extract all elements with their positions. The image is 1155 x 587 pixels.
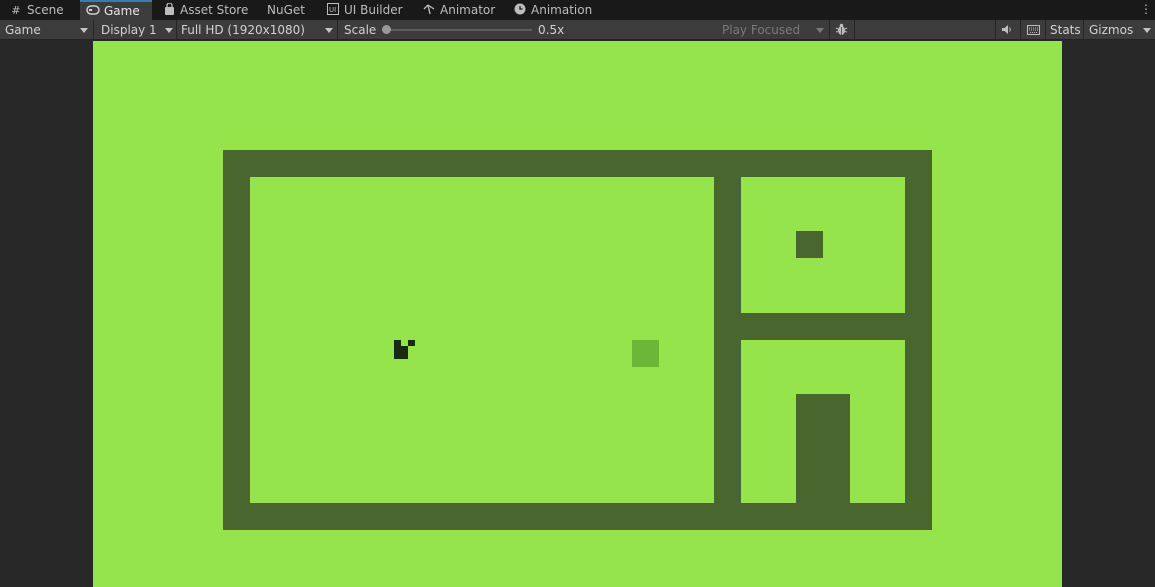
ui-builder-icon: UI: [326, 3, 340, 17]
scale-value: 0.5x: [538, 22, 565, 37]
game-view-toolbar: Game Display 1 Full HD (1920x1080) Scale…: [0, 20, 1155, 40]
tab-label: Animation: [531, 3, 593, 17]
tab-game[interactable]: Game: [80, 0, 152, 20]
chevron-down-icon: [80, 28, 88, 33]
tab-scene[interactable]: # Scene: [9, 0, 64, 20]
keyboard-icon[interactable]: [1023, 20, 1043, 39]
chevron-down-icon: [816, 28, 824, 33]
animator-icon: [422, 3, 436, 17]
resolution-label: Full HD (1920x1080): [181, 22, 305, 37]
divider: [337, 20, 338, 39]
door-block: [796, 394, 850, 503]
gamepad-icon: [86, 5, 100, 17]
divider: [1045, 20, 1046, 39]
resolution-dropdown[interactable]: Full HD (1920x1080): [181, 20, 333, 39]
view-mode-label: Game: [5, 22, 41, 37]
clock-icon: [513, 3, 527, 17]
divider: [854, 20, 855, 39]
game-viewport[interactable]: [93, 41, 1062, 587]
wall-top: [223, 150, 932, 177]
tab-label: Game: [104, 4, 140, 18]
editor-tab-bar: # Scene Game Asset Store NuGet UI UI Bui…: [0, 0, 1155, 20]
wall-divider-vertical: [714, 150, 741, 530]
tab-label: NuGet: [267, 3, 305, 17]
tab-label: Scene: [27, 3, 64, 17]
tab-nuget[interactable]: NuGet: [267, 0, 305, 20]
display-label: Display 1: [101, 22, 157, 37]
scale-slider-track[interactable]: [384, 29, 532, 31]
gizmos-label: Gizmos: [1089, 22, 1134, 37]
wall-divider-horizontal: [714, 313, 932, 340]
shopping-bag-icon: [162, 2, 176, 17]
scale-label: Scale: [344, 22, 377, 37]
gizmos-dropdown[interactable]: Gizmos: [1089, 20, 1151, 39]
player-sprite: [394, 340, 415, 360]
wall-bottom: [223, 503, 932, 530]
divider: [995, 20, 996, 39]
more-options-icon[interactable]: ⋮: [1140, 2, 1152, 16]
divider: [176, 20, 177, 39]
grid-icon: #: [11, 3, 21, 17]
svg-text:UI: UI: [329, 6, 336, 14]
divider: [829, 20, 830, 39]
play-mode-label: Play Focused: [722, 22, 801, 37]
chevron-down-icon: [325, 28, 333, 33]
tab-label: UI Builder: [344, 3, 403, 17]
speaker-icon[interactable]: [998, 20, 1016, 39]
wall-left: [223, 150, 250, 530]
divider: [1020, 20, 1021, 39]
stats-button[interactable]: Stats: [1050, 20, 1081, 39]
tab-label: Animator: [440, 3, 496, 17]
scale-slider-thumb[interactable]: [382, 25, 391, 34]
display-dropdown[interactable]: Display 1: [101, 20, 173, 39]
wall-right: [905, 150, 932, 530]
tab-animation[interactable]: Animation: [513, 0, 592, 20]
bug-icon[interactable]: [832, 20, 850, 39]
play-mode-dropdown[interactable]: Play Focused: [722, 20, 826, 39]
chevron-down-icon: [165, 28, 173, 33]
tab-animator[interactable]: Animator: [422, 0, 495, 20]
divider: [1083, 20, 1084, 39]
block-small: [796, 231, 823, 258]
collectible-tile: [632, 340, 659, 367]
view-mode-dropdown[interactable]: Game: [5, 20, 89, 39]
chevron-down-icon: [1143, 28, 1151, 33]
tab-label: Asset Store: [180, 3, 249, 17]
tab-ui-builder[interactable]: UI UI Builder: [326, 0, 403, 20]
tab-asset-store[interactable]: Asset Store: [162, 0, 248, 20]
divider: [93, 20, 94, 39]
